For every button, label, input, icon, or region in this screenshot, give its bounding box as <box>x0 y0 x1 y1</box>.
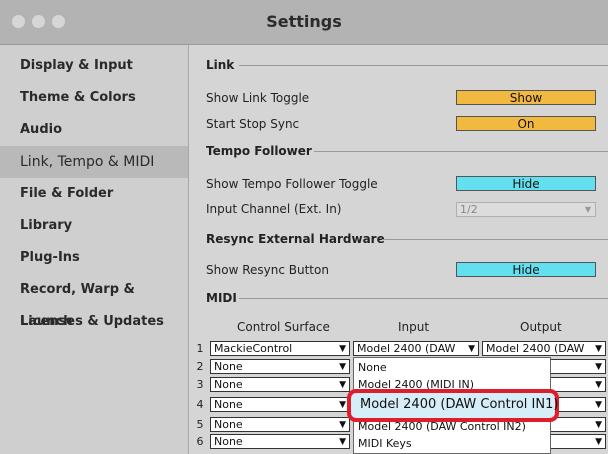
section-rule <box>314 151 608 152</box>
control-surface-value: None <box>214 378 243 391</box>
chevron-down-icon: ▼ <box>584 205 591 214</box>
row-number: 1 <box>196 342 204 355</box>
sidebar-item-licenses-updates[interactable]: Licenses & Updates <box>0 306 188 338</box>
input-channel-label: Input Channel (Ext. In) <box>206 202 342 216</box>
sidebar-item-audio[interactable]: Audio <box>0 114 188 146</box>
section-heading-midi: MIDI <box>206 291 237 305</box>
chevron-down-icon: ▼ <box>595 437 602 447</box>
sidebar-item-record-warp-launch[interactable]: Record, Warp & Launch <box>0 274 188 329</box>
section-heading-link: Link <box>206 58 235 72</box>
column-header-output: Output <box>520 320 562 334</box>
control-surface-value: None <box>214 398 243 411</box>
chevron-down-icon: ▼ <box>595 362 602 372</box>
sidebar-item-link-tempo-midi[interactable]: Link, Tempo & MIDI <box>0 146 188 178</box>
input-channel-value: 1/2 <box>460 203 478 216</box>
control-surface-select[interactable]: None ▼ <box>210 434 350 449</box>
sidebar-item-plug-ins[interactable]: Plug-Ins <box>0 242 188 274</box>
show-resync-button-label: Show Resync Button <box>206 263 329 277</box>
section-heading-tempo-follower: Tempo Follower <box>206 144 312 158</box>
chevron-down-icon: ▼ <box>468 344 475 354</box>
row-number: 3 <box>196 378 204 391</box>
sidebar: Display & Input Theme & Colors Audio Lin… <box>0 45 188 454</box>
control-surface-select[interactable]: MackieControl ▼ <box>210 341 350 356</box>
show-resync-button-toggle[interactable]: Hide <box>456 262 596 277</box>
control-surface-select[interactable]: None ▼ <box>210 359 350 374</box>
midi-input-select[interactable]: Model 2400 (DAW ▼ <box>353 341 479 356</box>
show-link-toggle-label: Show Link Toggle <box>206 91 310 105</box>
show-link-toggle-button[interactable]: Show <box>456 90 596 105</box>
show-tempo-follower-toggle-button[interactable]: Hide <box>456 176 596 191</box>
chevron-down-icon: ▼ <box>339 380 346 390</box>
control-surface-value: MackieControl <box>214 342 293 355</box>
control-surface-select[interactable]: None ▼ <box>210 417 350 432</box>
row-number: 4 <box>196 398 204 411</box>
sidebar-item-theme-colors[interactable]: Theme & Colors <box>0 82 188 114</box>
control-surface-select[interactable]: None ▼ <box>210 377 350 392</box>
control-surface-value: None <box>214 418 243 431</box>
title-bar: Settings <box>0 0 608 45</box>
sidebar-item-library[interactable]: Library <box>0 210 188 242</box>
row-number: 6 <box>196 435 204 448</box>
sidebar-item-file-folder[interactable]: File & Folder <box>0 178 188 210</box>
midi-output-value: Model 2400 (DAW <box>486 342 585 355</box>
row-number: 5 <box>196 418 204 431</box>
section-rule <box>239 65 608 66</box>
section-heading-resync: Resync External Hardware <box>206 232 385 246</box>
chevron-down-icon: ▼ <box>339 344 346 354</box>
control-surface-select[interactable]: None ▼ <box>210 397 350 412</box>
sidebar-item-display-input[interactable]: Display & Input <box>0 50 188 82</box>
chevron-down-icon: ▼ <box>595 420 602 430</box>
midi-output-select[interactable]: Model 2400 (DAW ▼ <box>482 341 606 356</box>
control-surface-value: None <box>214 360 243 373</box>
window-title: Settings <box>266 12 342 31</box>
menu-item-none[interactable]: None <box>354 359 550 376</box>
section-rule <box>382 239 608 240</box>
chevron-down-icon: ▼ <box>339 362 346 372</box>
menu-item-midi-keys[interactable]: MIDI Keys <box>354 435 550 452</box>
chevron-down-icon: ▼ <box>595 400 602 410</box>
chevron-down-icon: ▼ <box>339 420 346 430</box>
chevron-down-icon: ▼ <box>339 400 346 410</box>
column-header-input: Input <box>398 320 430 334</box>
midi-input-value: Model 2400 (DAW <box>357 342 456 355</box>
chevron-down-icon: ▼ <box>339 437 346 447</box>
chevron-down-icon: ▼ <box>595 380 602 390</box>
start-stop-sync-label: Start Stop Sync <box>206 117 300 131</box>
selected-menu-item-label[interactable]: Model 2400 (DAW Control IN1) <box>360 396 558 414</box>
chevron-down-icon: ▼ <box>595 344 602 354</box>
row-number: 2 <box>196 360 204 373</box>
control-surface-value: None <box>214 435 243 448</box>
section-rule <box>239 298 608 299</box>
start-stop-sync-button[interactable]: On <box>456 116 596 131</box>
show-tempo-follower-toggle-label: Show Tempo Follower Toggle <box>206 177 378 191</box>
input-channel-select: 1/2 ▼ <box>456 202 596 217</box>
column-header-control-surface: Control Surface <box>237 320 330 334</box>
